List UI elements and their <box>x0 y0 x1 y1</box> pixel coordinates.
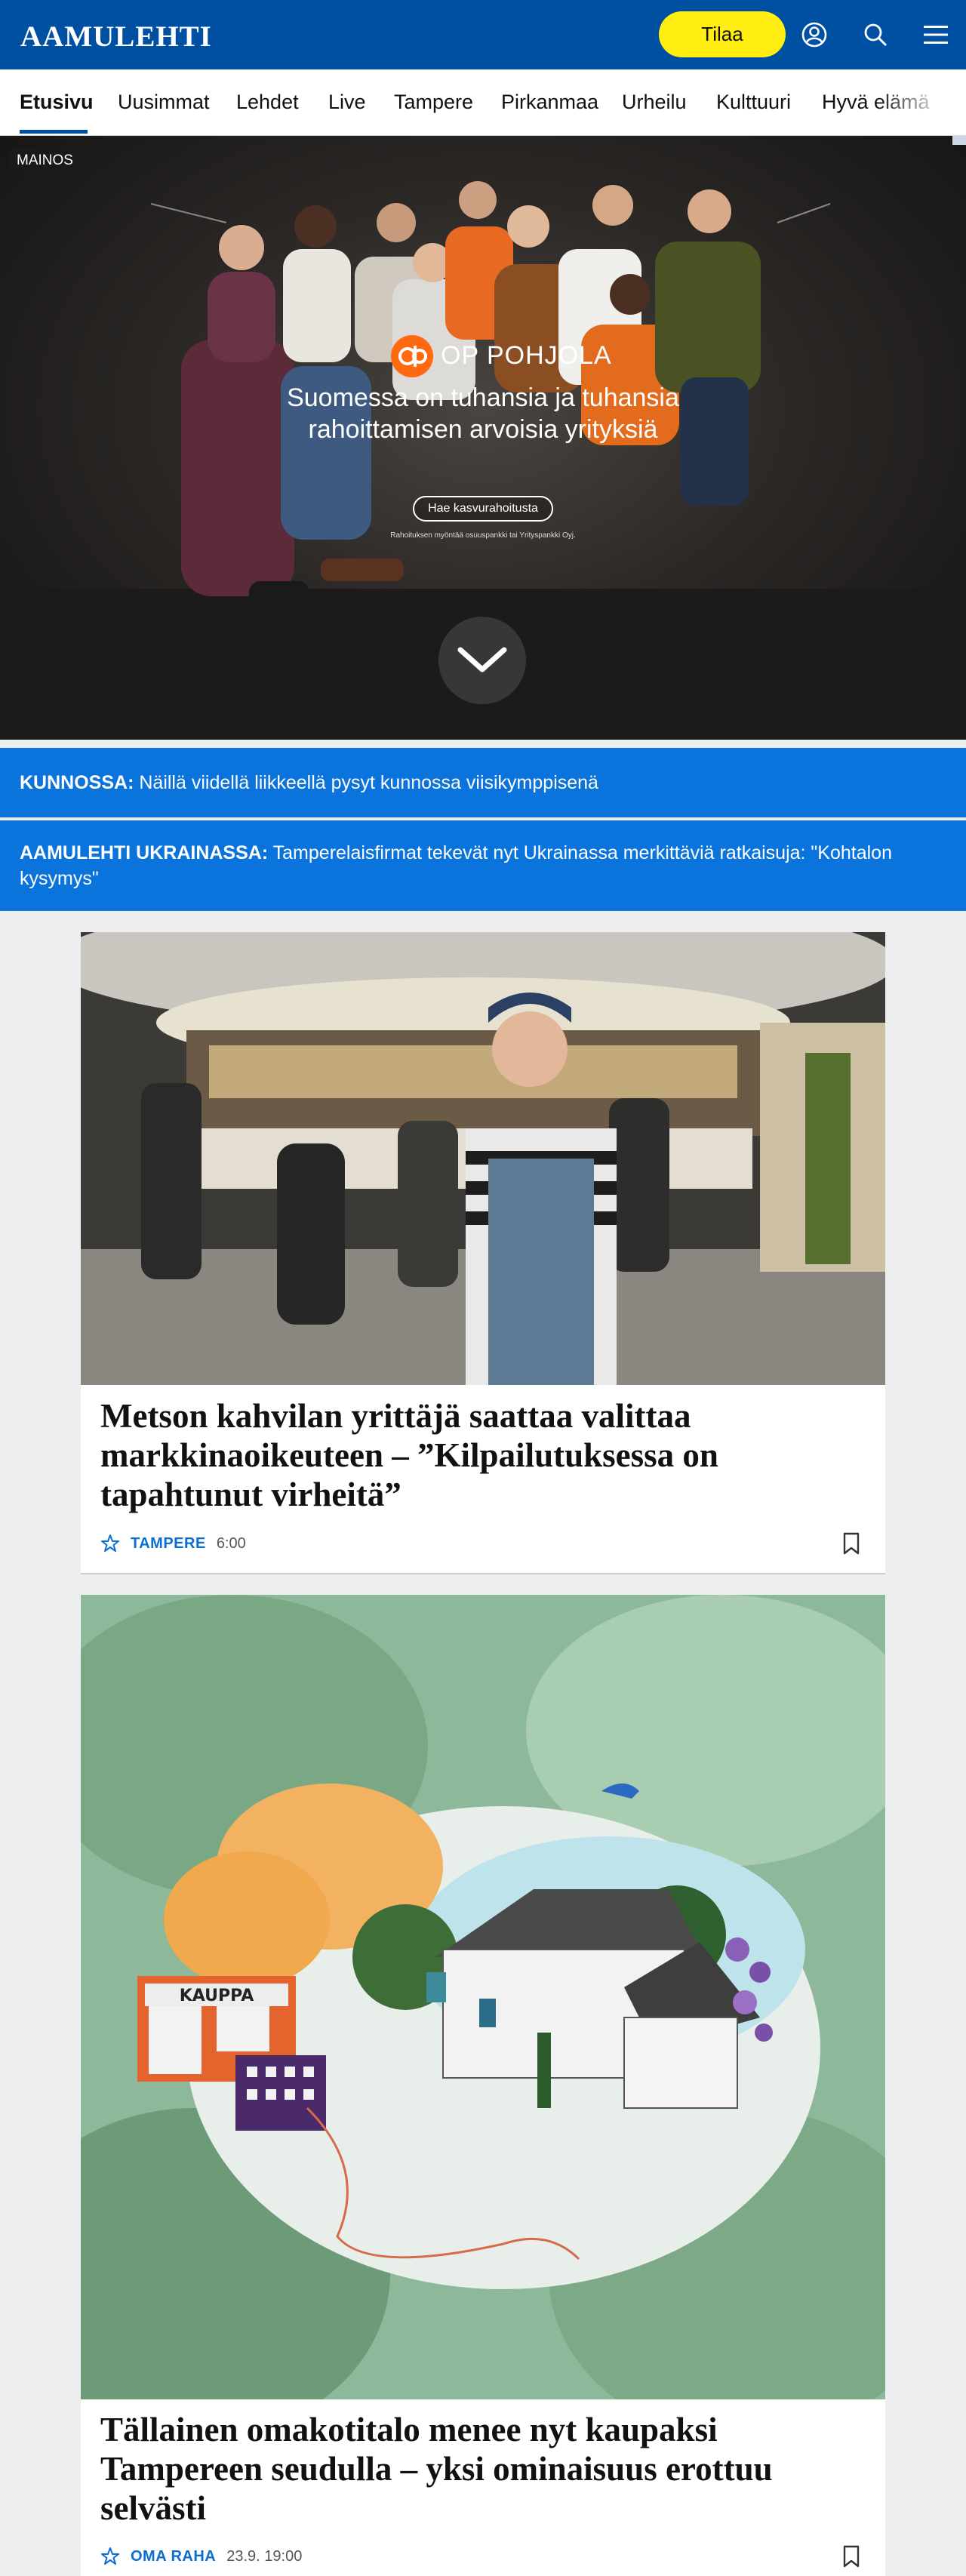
article-title[interactable]: Tällainen omakotitalo menee nyt kaupaksi… <box>100 2410 855 2528</box>
ad-headline: Suomessa on tuhansia ja tuhansia rahoitt… <box>287 383 679 444</box>
menu-icon[interactable] <box>919 18 952 51</box>
banner-link[interactable]: KUNNOSSA: Näillä viidellä liikkeellä pys… <box>0 748 966 817</box>
article-image: KAUPPA <box>81 1595 885 2399</box>
nav-item-etusivu[interactable]: Etusivu <box>20 91 94 114</box>
bookmark-icon[interactable] <box>840 1531 863 1556</box>
nav-item-urheilu[interactable]: Urheilu <box>622 91 687 114</box>
star-icon[interactable] <box>100 2547 120 2566</box>
nav-item-pirkanmaa[interactable]: Pirkanmaa <box>501 91 598 114</box>
ad-choices-icon[interactable] <box>952 136 966 145</box>
ad-label: MAINOS <box>10 148 80 174</box>
section-nav: Etusivu Uusimmat Lehdet Live Tampere Pir… <box>0 69 966 136</box>
article-title[interactable]: Metson kahvilan yrittäjä saattaa valitta… <box>100 1396 855 1514</box>
nav-item-uusimmat[interactable]: Uusimmat <box>118 91 210 114</box>
article-section[interactable]: TAMPERE <box>131 1535 206 1553</box>
article-meta: TAMPERE 6:00 <box>100 1534 246 1553</box>
search-icon[interactable] <box>859 18 892 51</box>
banner-link[interactable]: AAMULEHTI UKRAINASSA: Tamperelaisfirmat … <box>0 820 966 911</box>
nav-item-kulttuuri[interactable]: Kulttuuri <box>716 91 791 114</box>
article-meta: OMA RAHA 23.9. 19:00 <box>100 2547 302 2566</box>
nav-item-live[interactable]: Live <box>328 91 366 114</box>
article-section[interactable]: OMA RAHA <box>131 2548 216 2565</box>
article-card[interactable]: Metson kahvilan yrittäjä saattaa valitta… <box>81 932 885 1574</box>
subscribe-button[interactable]: Tilaa <box>659 11 786 57</box>
article-time: 23.9. 19:00 <box>226 2547 303 2565</box>
nav-fade <box>875 69 966 135</box>
article-time: 6:00 <box>216 1534 246 1552</box>
top-bar: AAMULEHTI Tilaa <box>0 0 966 69</box>
site-logo[interactable]: AAMULEHTI <box>20 20 212 54</box>
nav-item-lehdet[interactable]: Lehdet <box>236 91 299 114</box>
op-logo-icon <box>391 335 433 377</box>
nav-item-tampere[interactable]: Tampere <box>394 91 473 114</box>
article-card[interactable]: KAUPPA Tällainen omakotitalo menee nyt k… <box>81 1595 885 2576</box>
bookmark-icon[interactable] <box>840 2544 863 2569</box>
account-icon[interactable] <box>798 18 831 51</box>
advertisement[interactable]: MAINOS OP POHJOLA Suomessa on tuhansia j… <box>0 136 966 740</box>
star-icon[interactable] <box>100 1534 120 1553</box>
banner-label: AAMULEHTI UKRAINASSA: <box>20 842 269 863</box>
ad-fineprint: Rahoituksen myöntää osuuspankki tai Yrit… <box>390 531 576 540</box>
ad-cta-button[interactable]: Hae kasvurahoitusta <box>413 496 553 522</box>
article-image <box>81 932 885 1385</box>
shop-sign: KAUPPA <box>180 1987 254 2005</box>
banner-label: KUNNOSSA: <box>20 772 134 793</box>
chevron-down-icon <box>457 647 507 672</box>
scroll-down-button[interactable] <box>438 617 526 704</box>
nav-active-indicator <box>20 130 88 134</box>
banner-text: Näillä viidellä liikkeellä pysyt kunnoss… <box>139 772 598 793</box>
ad-brand: OP POHJOLA <box>441 341 612 370</box>
